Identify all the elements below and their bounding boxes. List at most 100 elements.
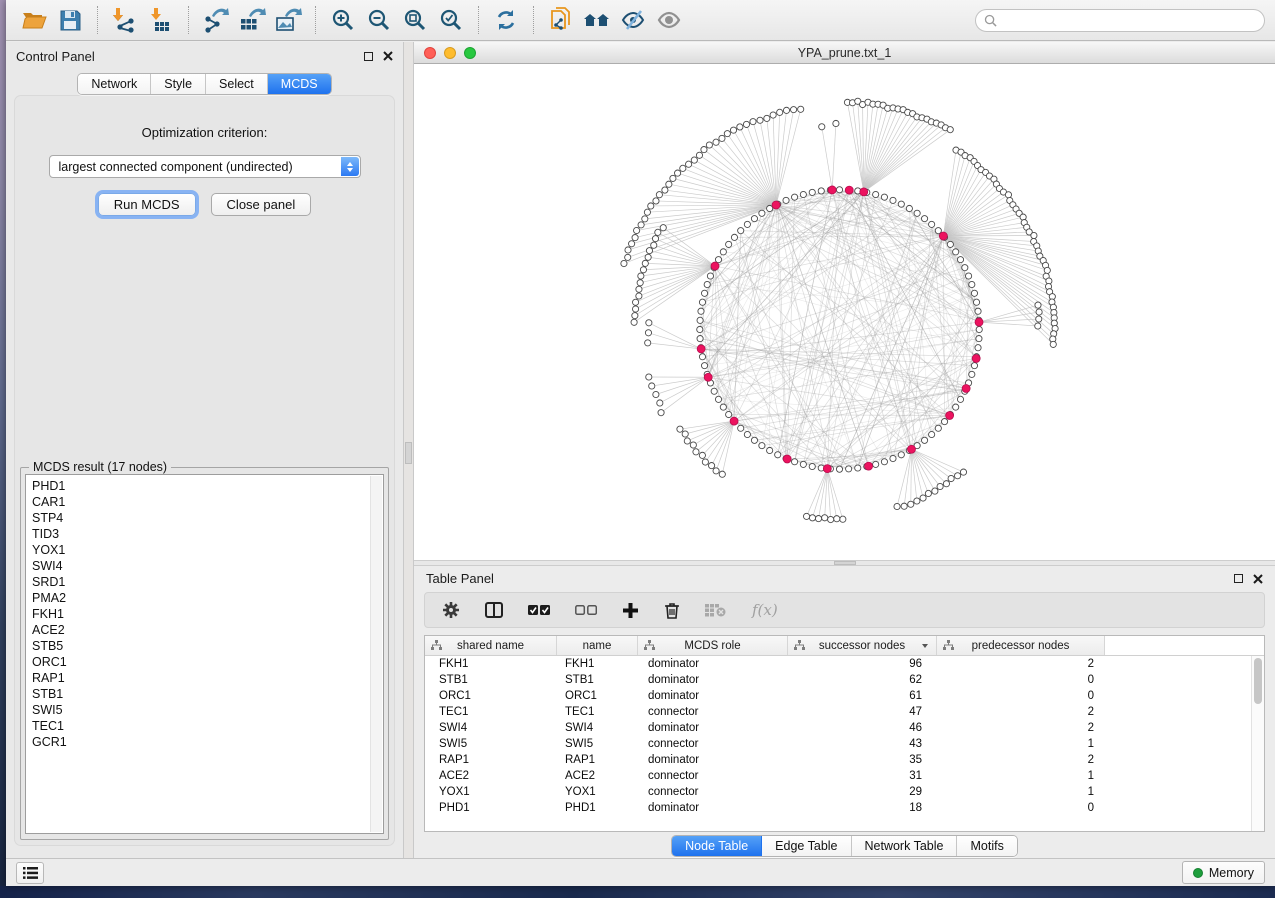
column-header-successor-nodes[interactable]: successor nodes	[788, 636, 937, 655]
zoom-selected-icon[interactable]	[433, 4, 469, 36]
table-row[interactable]: TEC1 TEC1 connector 47 2	[425, 704, 1264, 720]
tab-edge-table[interactable]: Edge Table	[762, 836, 851, 856]
tab-network[interactable]: Network	[78, 74, 151, 94]
network-view-canvas[interactable]	[414, 64, 1275, 560]
table-row[interactable]: SWI5 SWI5 connector 43 1	[425, 736, 1264, 752]
table-row[interactable]: STB1 STB1 dominator 62 0	[425, 672, 1264, 688]
search-input[interactable]	[1002, 13, 1256, 27]
export-network-icon[interactable]	[198, 4, 234, 36]
toolbar-separator	[188, 6, 189, 34]
columns-icon[interactable]	[485, 602, 503, 618]
mcds-list-scrollbar[interactable]	[370, 476, 382, 832]
node-table: shared name name MCDS role successor nod…	[424, 635, 1265, 832]
column-header-predecessor-nodes[interactable]: predecessor nodes	[937, 636, 1105, 655]
column-header-shared-name[interactable]: shared name	[425, 636, 557, 655]
open-folder-icon[interactable]	[16, 4, 52, 36]
mcds-result-item[interactable]: CAR1	[32, 494, 383, 510]
mcds-result-item[interactable]: TEC1	[32, 718, 383, 734]
zoom-fit-icon[interactable]	[397, 4, 433, 36]
zoom-in-icon[interactable]	[325, 4, 361, 36]
table-row[interactable]: ACE2 ACE2 connector 31 1	[425, 768, 1264, 784]
export-image-icon[interactable]	[270, 4, 306, 36]
zoom-out-icon[interactable]	[361, 4, 397, 36]
save-icon[interactable]	[52, 4, 88, 36]
table-row[interactable]: RAP1 RAP1 dominator 35 2	[425, 752, 1264, 768]
maximize-window-icon[interactable]	[464, 47, 476, 59]
import-table-icon[interactable]	[143, 4, 179, 36]
mcds-result-item[interactable]: STB1	[32, 686, 383, 702]
refresh-icon[interactable]	[488, 4, 524, 36]
mcds-result-item[interactable]: YOX1	[32, 542, 383, 558]
network-graph[interactable]	[414, 64, 1275, 560]
tab-select[interactable]: Select	[206, 74, 268, 94]
column-header-name[interactable]: name	[557, 636, 638, 655]
mcds-result-list[interactable]: PHD1CAR1STP4TID3YOX1SWI4SRD1PMA2FKH1ACE2…	[25, 474, 384, 834]
close-panel-button[interactable]: Close panel	[211, 193, 312, 216]
search-field[interactable]	[975, 9, 1265, 32]
tab-motifs[interactable]: Motifs	[957, 836, 1016, 856]
attribute-tree-icon	[644, 640, 655, 651]
list-icon	[23, 867, 38, 879]
document-share-icon[interactable]	[543, 4, 579, 36]
table-row[interactable]: SWI4 SWI4 dominator 46 2	[425, 720, 1264, 736]
horizontal-splitter-handle[interactable]	[834, 561, 856, 565]
table-scrollbar-thumb[interactable]	[1254, 658, 1262, 704]
close-panel-icon[interactable]	[383, 51, 393, 61]
mcds-result-item[interactable]: STP4	[32, 510, 383, 526]
mcds-result-item[interactable]: RAP1	[32, 670, 383, 686]
mcds-result-item[interactable]: SWI5	[32, 702, 383, 718]
close-table-panel-icon[interactable]	[1253, 574, 1263, 584]
mcds-result-item[interactable]: SWI4	[32, 558, 383, 574]
tab-network-table[interactable]: Network Table	[852, 836, 958, 856]
attribute-tree-icon	[794, 640, 805, 651]
toolbar-separator	[97, 6, 98, 34]
float-panel-icon[interactable]	[364, 52, 373, 61]
select-all-checked-icon[interactable]	[528, 605, 550, 616]
table-scrollbar[interactable]	[1251, 656, 1264, 831]
horizontal-splitter[interactable]	[414, 560, 1275, 566]
close-window-icon[interactable]	[424, 47, 436, 59]
vertical-splitter[interactable]	[403, 42, 414, 858]
optimization-criterion-select[interactable]: largest connected component (undirected)	[49, 155, 361, 178]
mcds-result-item[interactable]: SRD1	[32, 574, 383, 590]
table-row[interactable]: FKH1 FKH1 dominator 96 2	[425, 656, 1264, 672]
table-row[interactable]: YOX1 YOX1 connector 29 1	[425, 784, 1264, 800]
function-fx-icon[interactable]: f(x)	[752, 601, 778, 619]
sort-chevron-icon	[922, 644, 928, 648]
float-table-panel-icon[interactable]	[1234, 574, 1243, 583]
column-header-mcds-role[interactable]: MCDS role	[638, 636, 788, 655]
table-row[interactable]: PHD1 PHD1 dominator 18 0	[425, 800, 1264, 816]
trash-icon[interactable]	[664, 601, 680, 619]
run-mcds-button[interactable]: Run MCDS	[98, 193, 196, 216]
mcds-result-item[interactable]: FKH1	[32, 606, 383, 622]
tab-style[interactable]: Style	[151, 74, 206, 94]
table-row[interactable]: ORC1 ORC1 dominator 61 0	[425, 688, 1264, 704]
add-column-icon[interactable]	[622, 602, 639, 619]
export-table-icon[interactable]	[234, 4, 270, 36]
mcds-result-item[interactable]: ORC1	[32, 654, 383, 670]
import-network-icon[interactable]	[107, 4, 143, 36]
tab-mcds[interactable]: MCDS	[268, 74, 331, 94]
toolbar-separator	[478, 6, 479, 34]
memory-status-icon	[1193, 868, 1203, 878]
mcds-result-item[interactable]: STB5	[32, 638, 383, 654]
deselect-all-icon[interactable]	[575, 605, 597, 616]
houses-icon[interactable]	[579, 4, 615, 36]
gear-icon[interactable]	[442, 601, 460, 619]
mcds-result-item[interactable]: PMA2	[32, 590, 383, 606]
task-list-button[interactable]	[16, 862, 44, 884]
table-body: FKH1 FKH1 dominator 96 2 STB1 STB1	[425, 656, 1264, 816]
hide-details-eye-icon[interactable]	[615, 4, 651, 36]
mcds-result-item[interactable]: ACE2	[32, 622, 383, 638]
mcds-result-item[interactable]: GCR1	[32, 734, 383, 750]
eye-icon[interactable]	[651, 4, 687, 36]
mcds-result-item[interactable]: TID3	[32, 526, 383, 542]
control-panel-title: Control Panel	[16, 49, 95, 64]
tab-node-table[interactable]: Node Table	[672, 836, 762, 856]
memory-button[interactable]: Memory	[1182, 861, 1265, 884]
minimize-window-icon[interactable]	[444, 47, 456, 59]
network-window-titlebar[interactable]: YPA_prune.txt_1	[414, 42, 1275, 64]
vertical-splitter-handle[interactable]	[405, 442, 412, 464]
mcds-result-item[interactable]: PHD1	[32, 478, 383, 494]
destroy-table-icon[interactable]	[705, 603, 727, 617]
